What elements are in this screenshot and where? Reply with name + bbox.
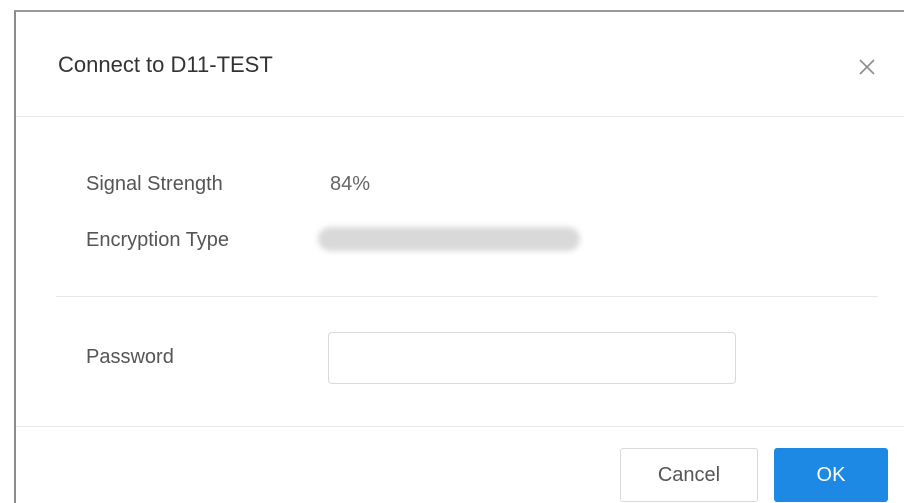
password-label: Password [86,346,174,368]
dialog-header: Connect to D11-TEST [16,12,904,117]
divider [56,296,878,297]
cancel-button[interactable]: Cancel [620,448,758,502]
connect-dialog: Connect to D11-TEST Signal Strength 84% … [14,10,904,503]
screen: Connect to D11-TEST Signal Strength 84% … [0,0,904,503]
close-icon [859,59,875,75]
dialog-footer: Cancel OK [16,426,904,503]
encryption-type-value-redacted [318,227,580,251]
signal-strength-label: Signal Strength [86,173,223,195]
signal-strength-value: 84% [330,173,371,195]
encryption-type-label: Encryption Type [86,229,230,251]
close-button[interactable] [854,54,880,80]
ok-button[interactable]: OK [774,448,888,502]
password-input[interactable] [328,332,736,384]
dialog-title: Connect to D11-TEST [58,52,273,77]
